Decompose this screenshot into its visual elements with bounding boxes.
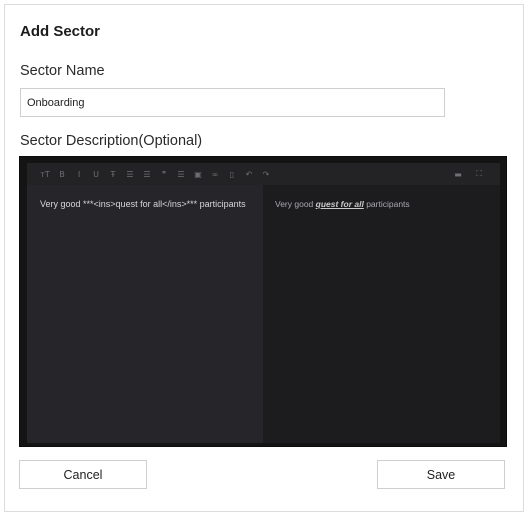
fullscreen-icon[interactable]: ⛶ bbox=[471, 166, 487, 182]
editor-toolbar: тТ B I U Ŧ ☰ ☰ ❞ ☰ ▣ ∞ ▯ ↶ ↷ ▬ ⛶ bbox=[27, 163, 500, 185]
preview-text-before: Very good bbox=[275, 199, 316, 209]
editor-preview-pane: Very good quest for all participants bbox=[263, 185, 500, 443]
ordered-list-icon[interactable]: ☰ bbox=[139, 166, 155, 182]
delete-icon[interactable]: ▯ bbox=[224, 166, 240, 182]
save-button[interactable]: Save bbox=[377, 460, 505, 489]
editor-container: тТ B I U Ŧ ☰ ☰ ❞ ☰ ▣ ∞ ▯ ↶ ↷ ▬ ⛶ Very good ***<ins>ques… bbox=[27, 163, 500, 443]
cancel-button[interactable]: Cancel bbox=[19, 460, 147, 489]
editor-toolbar-right: ▬ ⛶ bbox=[446, 166, 500, 182]
redo-icon[interactable]: ↷ bbox=[258, 166, 274, 182]
sector-description-label: Sector Description(Optional) bbox=[20, 133, 203, 149]
preview-text-after: participants bbox=[363, 199, 410, 209]
italic-icon[interactable]: I bbox=[71, 166, 87, 182]
editor-source-text[interactable]: Very good ***<ins>quest for all</ins>***… bbox=[40, 197, 252, 211]
add-sector-dialog: Add Sector Sector Name Sector Descriptio… bbox=[4, 4, 524, 512]
sector-name-input[interactable] bbox=[20, 88, 445, 117]
underline-icon[interactable]: U bbox=[88, 166, 104, 182]
unordered-list-icon[interactable]: ☰ bbox=[122, 166, 138, 182]
editor-preview-text: Very good quest for all participants bbox=[275, 197, 490, 211]
heading-icon[interactable]: тТ bbox=[37, 166, 53, 182]
strikethrough-icon[interactable]: Ŧ bbox=[105, 166, 121, 182]
markdown-editor: тТ B I U Ŧ ☰ ☰ ❞ ☰ ▣ ∞ ▯ ↶ ↷ ▬ ⛶ Very good ***<ins>ques… bbox=[19, 156, 507, 447]
link-icon[interactable]: ∞ bbox=[207, 166, 223, 182]
bold-icon[interactable]: B bbox=[54, 166, 70, 182]
sector-name-label: Sector Name bbox=[20, 63, 105, 79]
checklist-icon[interactable]: ☰ bbox=[173, 166, 189, 182]
preview-toggle-icon[interactable]: ▬ bbox=[450, 166, 466, 182]
image-icon[interactable]: ▣ bbox=[190, 166, 206, 182]
quote-icon[interactable]: ❞ bbox=[156, 166, 172, 182]
undo-icon[interactable]: ↶ bbox=[241, 166, 257, 182]
dialog-title: Add Sector bbox=[20, 23, 101, 40]
preview-text-emphasis: quest for all bbox=[315, 199, 364, 209]
editor-source-pane[interactable]: Very good ***<ins>quest for all</ins>***… bbox=[27, 185, 263, 443]
